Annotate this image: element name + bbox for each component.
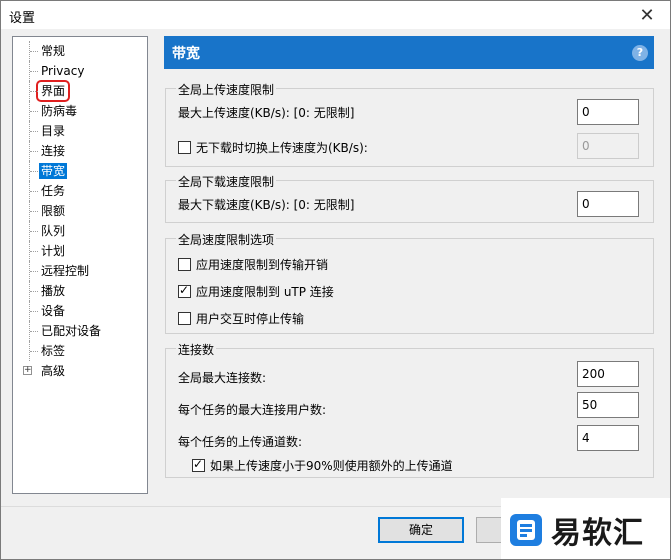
option-overhead-row[interactable]: 应用速度限制到传输开销 (178, 256, 328, 273)
watermark: 易软汇 (501, 498, 670, 559)
tree-item-quota[interactable]: 限额 (13, 201, 147, 221)
global-connections-label: 全局最大连接数: (178, 371, 267, 385)
options-group-title: 全局速度限制选项 (176, 231, 277, 248)
connections-group-title: 连接数 (176, 341, 217, 358)
alt-upload-input[interactable]: 0 (577, 133, 639, 159)
option-interaction-label: 用户交互时停止传输 (196, 312, 305, 326)
tree-item-advanced[interactable]: + 高级 (13, 361, 147, 381)
download-limit-group: 全局下载速度限制 最大下载速度(KB/s): [0: 无限制] 0 (165, 173, 654, 223)
panel-header: 带宽 ? (164, 36, 654, 69)
ok-button[interactable]: 确定 (378, 517, 464, 543)
upload-group-title: 全局上传速度限制 (176, 81, 277, 98)
option-utp-row[interactable]: 应用速度限制到 uTP 连接 (178, 283, 334, 300)
upload-slots-input[interactable]: 4 (577, 425, 639, 451)
max-download-label: 最大下载速度(KB/s): [0: 无限制] (178, 198, 355, 212)
tree-item-playback[interactable]: 播放 (13, 281, 147, 301)
tree-item-bandwidth[interactable]: 带宽 (13, 161, 147, 181)
alt-upload-label: 无下载时切换上传速度为(KB/s): (196, 141, 368, 155)
speed-options-group: 全局速度限制选项 应用速度限制到传输开销 应用速度限制到 uTP 连接 用户交互… (165, 231, 654, 334)
tree-item-devices[interactable]: 设备 (13, 301, 147, 321)
peers-per-task-input[interactable]: 50 (577, 392, 639, 418)
help-icon[interactable]: ? (632, 45, 648, 61)
tree-item-connection[interactable]: 连接 (13, 141, 147, 161)
tree-item-labels[interactable]: 标签 (13, 341, 147, 361)
settings-category-tree: 常规 Privacy 界面 防病毒 目录 连接 带宽 任务 限额 队列 计划 远… (12, 36, 148, 494)
max-download-input[interactable]: 0 (577, 191, 639, 217)
watermark-text: 易软汇 (551, 515, 644, 551)
close-icon[interactable]: ✕ (624, 1, 670, 29)
download-group-title: 全局下载速度限制 (176, 173, 277, 190)
max-upload-input[interactable]: 0 (577, 99, 639, 125)
option-utp-checkbox[interactable] (178, 283, 191, 298)
watermark-logo-icon (510, 513, 542, 546)
option-overhead-label: 应用速度限制到传输开销 (196, 258, 329, 272)
panel-title: 带宽 (172, 46, 200, 62)
option-interaction-checkbox[interactable] (178, 312, 191, 325)
upload-limit-group: 全局上传速度限制 最大上传速度(KB/s): [0: 无限制] 0 无下载时切换… (165, 81, 654, 167)
alt-upload-checkbox[interactable] (178, 141, 191, 154)
option-utp-label: 应用速度限制到 uTP 连接 (196, 285, 334, 299)
tree-item-remote[interactable]: 远程控制 (13, 261, 147, 281)
option-overhead-checkbox[interactable] (178, 258, 191, 271)
tree-item-privacy[interactable]: Privacy (13, 61, 147, 81)
settings-window: 设置 ✕ 常规 Privacy 界面 防病毒 目录 连接 带宽 任务 限额 队列… (0, 0, 671, 560)
tree-item-scheduler[interactable]: 计划 (13, 241, 147, 261)
tree-item-interface[interactable]: 界面 (13, 80, 147, 102)
upload-slots-label: 每个任务的上传通道数: (178, 435, 303, 449)
max-upload-label: 最大上传速度(KB/s): [0: 无限制] (178, 106, 355, 120)
extra-slots-checkbox[interactable] (192, 457, 205, 472)
tree-item-queue[interactable]: 队列 (13, 221, 147, 241)
window-title: 设置 (9, 11, 36, 26)
global-connections-input[interactable]: 200 (577, 361, 639, 387)
tree-item-directories[interactable]: 目录 (13, 121, 147, 141)
title-bar: 设置 ✕ (1, 1, 670, 29)
extra-slots-label: 如果上传速度小于90%则使用额外的上传通道 (210, 459, 453, 473)
tree-item-general[interactable]: 常规 (13, 41, 147, 61)
extra-slots-row[interactable]: 如果上传速度小于90%则使用额外的上传通道 (192, 457, 453, 474)
tree-item-paired-devices[interactable]: 已配对设备 (13, 321, 147, 341)
tree-item-tasks[interactable]: 任务 (13, 181, 147, 201)
tree-item-antivirus[interactable]: 防病毒 (13, 101, 147, 121)
option-interaction-row[interactable]: 用户交互时停止传输 (178, 310, 304, 327)
peers-per-task-label: 每个任务的最大连接用户数: (178, 403, 327, 417)
connections-group: 连接数 全局最大连接数: 200 每个任务的最大连接用户数: 50 每个任务的上… (165, 341, 654, 478)
alt-upload-row[interactable]: 无下载时切换上传速度为(KB/s): (178, 139, 368, 156)
expand-icon[interactable]: + (23, 366, 32, 375)
